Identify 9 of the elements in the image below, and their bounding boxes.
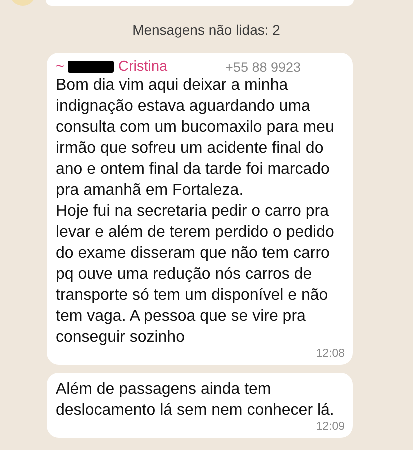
message-time: 12:08 [316,348,345,360]
sender-phone: +55 88 9923 [226,60,301,74]
message-text: Bom dia vim aqui deixar a minha indignação estava aguardando uma consulta com um bucomaxilo para meu irmão que sofreu um acidente final do ano e ontem final da tarde foi marcado pra amanhã em Fortaleza. [56,76,336,201]
sender-name: Cristina [118,59,168,75]
message-text: Hoje fui na secretaria pedir o carro pra levar e além de terem perdido o pedido do exame disseram que não tem carro pq ouve uma redução nós carros de transporte só tem um disponível e não tem vaga. A pessoa que se vire pra conseguir sozinho [56,202,336,348]
sender-prefix: ~ [56,59,64,75]
message-text: Além de passagens ainda tem deslocamento lá sem nem conhecer lá. [56,380,336,421]
unread-messages-label: Mensagens não lidas: 2 [132,22,280,38]
message-time: 12:09 [316,421,345,433]
